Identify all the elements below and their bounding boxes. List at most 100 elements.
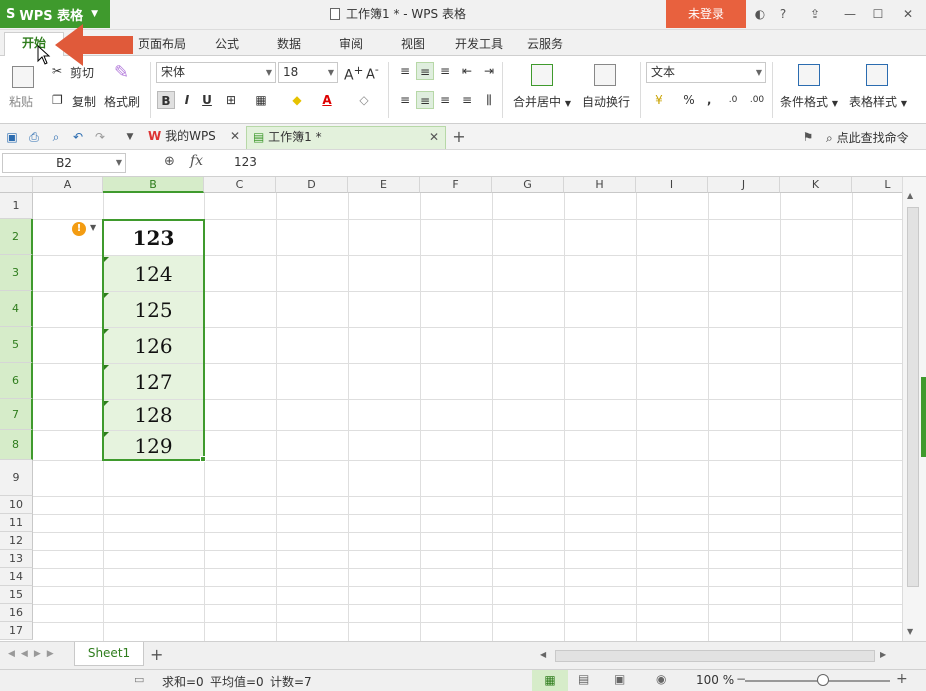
align-right-icon[interactable]: ≡ [436,91,454,109]
scroll-thumb[interactable] [907,207,919,587]
decrease-decimal-icon[interactable]: .00 [748,91,766,109]
fill-pattern-icon[interactable]: ▦ [252,91,270,109]
col-header-f[interactable]: F [420,177,492,193]
sheet-nav-icons[interactable]: ◀◀▶▶ [8,649,60,659]
doc-tab-workbook[interactable]: ▤ 工作簿1 * ✕ [246,126,446,149]
distribute-icon[interactable]: ⫼ [480,91,498,109]
conditional-format-button[interactable]: 条件格式 ▼ [780,93,838,110]
horizontal-scrollbar[interactable] [555,650,875,662]
increase-font-icon[interactable]: A+ [344,63,363,84]
print-icon[interactable]: ⎙ [26,129,42,145]
row-header-14[interactable]: 14 [0,568,33,586]
reading-mode-icon[interactable]: ◉ [656,672,666,686]
row-header-5[interactable]: 5 [0,327,33,363]
zoom-in-button[interactable]: + [896,671,908,687]
close-tab-icon[interactable]: ✕ [230,126,240,147]
bold-button[interactable]: B [157,91,175,109]
normal-view-icon[interactable]: ▦ [532,670,568,691]
scroll-right-icon[interactable]: ▶ [880,650,886,659]
undo-icon[interactable]: ↶ [70,129,86,145]
col-header-a[interactable]: A [33,177,103,193]
row-header-9[interactable]: 9 [0,460,33,496]
justify-icon[interactable]: ≡ [458,91,476,109]
cell-b7[interactable]: 128 [103,400,204,430]
increase-decimal-icon[interactable]: .0 [724,91,742,109]
print-preview-icon[interactable]: ⌕ [48,129,64,145]
spreadsheet-grid[interactable]: A B C D E F G H I J K L 1 2 3 4 5 6 7 8 … [0,177,902,641]
clear-format-icon[interactable]: ◇ [355,91,373,109]
row-header-2[interactable]: 2 [0,219,33,255]
merge-center-button[interactable]: 合并居中 ▼ [513,93,571,110]
merge-center-icon[interactable] [531,64,553,86]
scroll-down-icon[interactable]: ▼ [907,627,913,636]
table-style-button[interactable]: 表格样式 ▼ [849,93,907,110]
col-header-c[interactable]: C [204,177,276,193]
customize-dropdown-icon[interactable]: ▼ [122,129,138,145]
col-header-b[interactable]: B [103,177,204,193]
sheet-tab-sheet1[interactable]: Sheet1 [74,642,144,666]
row-header-1[interactable]: 1 [0,193,33,219]
row-header-15[interactable]: 15 [0,586,33,604]
page-break-view-icon[interactable]: ▤ [578,672,589,686]
tab-review[interactable]: 审阅 [328,34,374,56]
zoom-level[interactable]: 100 % [696,673,734,687]
cell-b2[interactable]: 123 [103,220,204,255]
minimize-icon[interactable]: — [838,0,862,28]
borders-icon[interactable]: ⊞ [222,91,240,109]
align-left-icon[interactable]: ≡ [396,91,414,109]
chevron-down-icon[interactable]: ▼ [90,223,96,232]
close-tab-icon[interactable]: ✕ [429,127,439,148]
indent-increase-icon[interactable]: ⇥ [480,62,498,80]
col-header-d[interactable]: D [276,177,348,193]
align-middle-icon[interactable]: ≡ [416,62,434,80]
cell-b4[interactable]: 125 [103,292,204,327]
paste-icon[interactable] [12,66,34,88]
add-sheet-button[interactable]: + [150,645,163,664]
scroll-left-icon[interactable]: ◀ [540,650,546,659]
col-header-l[interactable]: L [852,177,902,193]
wrap-text-button[interactable]: 自动换行 [582,93,630,110]
tab-data[interactable]: 数据 [266,34,312,56]
close-icon[interactable]: ✕ [896,0,920,28]
skin-icon[interactable]: ◐ [750,0,770,28]
col-header-h[interactable]: H [564,177,636,193]
row-header-10[interactable]: 10 [0,496,33,514]
col-header-j[interactable]: J [708,177,780,193]
new-tab-button[interactable]: + [451,129,467,145]
fill-color-icon[interactable]: ◆ [288,91,306,109]
number-format-select[interactable]: 文本 ▼ [646,62,766,83]
row-header-12[interactable]: 12 [0,532,33,550]
side-panel-toggle[interactable] [921,377,926,457]
col-header-i[interactable]: I [636,177,708,193]
indent-decrease-icon[interactable]: ⇤ [458,62,476,80]
row-header-3[interactable]: 3 [0,255,33,291]
maximize-icon[interactable]: ☐ [866,0,890,28]
doc-tab-my-wps[interactable]: W 我的WPS ✕ [142,126,246,149]
copy-icon[interactable]: ❐ [52,93,63,107]
save-icon[interactable]: ▣ [4,129,20,145]
error-warning-icon[interactable]: ! [72,222,86,236]
cell-b8[interactable]: 129 [103,431,204,460]
zoom-slider-knob[interactable] [817,674,829,686]
col-header-k[interactable]: K [780,177,852,193]
align-top-icon[interactable]: ≡ [396,62,414,80]
wrap-text-icon[interactable] [594,64,616,86]
font-size-select[interactable]: 18 ▼ [278,62,338,83]
tab-view[interactable]: 视图 [390,34,436,56]
tab-developer[interactable]: 开发工具 [450,34,508,56]
zoom-formula-icon[interactable]: ⊕ [164,154,175,169]
copy-button[interactable]: 复制 [72,93,96,110]
decrease-font-icon[interactable]: A- [366,63,379,82]
cell-b6[interactable]: 127 [103,364,204,399]
percent-button[interactable]: % [680,91,698,109]
tab-formulas[interactable]: 公式 [204,34,250,56]
cell-b3[interactable]: 124 [103,256,204,291]
name-box[interactable]: B2 ▼ [2,153,126,173]
col-header-e[interactable]: E [348,177,420,193]
row-header-7[interactable]: 7 [0,399,33,430]
currency-icon[interactable]: ¥ [650,91,668,109]
row-header-17[interactable]: 17 [0,622,33,640]
select-all-corner[interactable] [0,177,33,193]
vertical-scrollbar[interactable]: ▲ ▼ [902,177,926,641]
align-center-icon[interactable]: ≡ [416,91,434,109]
